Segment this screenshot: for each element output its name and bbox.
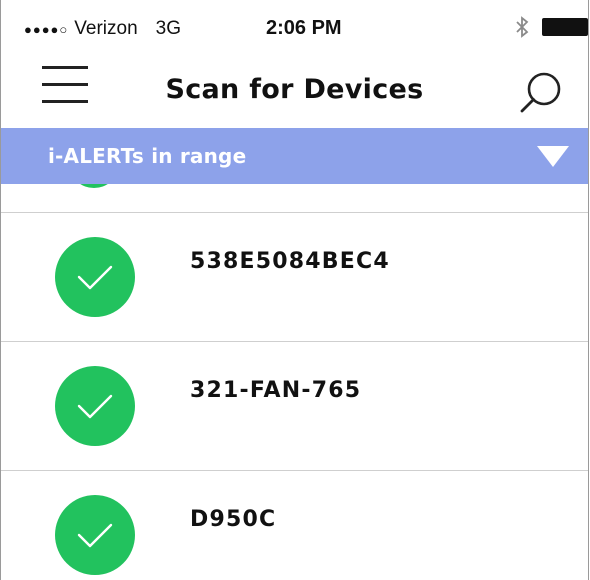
navigation-bar: Scan for Devices (1, 52, 588, 128)
signal-strength-icon: ●●●●○ (24, 21, 69, 37)
check-icon (55, 366, 135, 446)
section-header-label: i-ALERTs in range (48, 144, 247, 168)
bluetooth-icon (516, 16, 529, 38)
device-row[interactable]: 321-FAN-765 (1, 341, 588, 470)
status-bar: ●●●●○ Verizon 3G 2:06 PM (1, 0, 588, 52)
page-title: Scan for Devices (165, 74, 424, 105)
app-screen: ●●●●○ Verizon 3G 2:06 PM Scan for Device… (0, 0, 589, 580)
battery-icon (542, 18, 588, 36)
section-header-i-alerts-in-range[interactable]: i-ALERTs in range (1, 128, 588, 184)
status-bar-left: ●●●●○ Verizon 3G (24, 18, 181, 40)
network-type-label: 3G (155, 18, 181, 39)
device-name: D950C (190, 507, 277, 532)
search-icon[interactable] (517, 70, 565, 118)
triangle-down-icon (537, 146, 569, 167)
device-row[interactable]: D950C (1, 470, 588, 580)
device-name: 538E5084BEC4 (190, 249, 390, 274)
check-icon (71, 184, 117, 188)
check-icon (55, 237, 135, 317)
check-icon (55, 495, 135, 575)
clock: 2:06 PM (266, 17, 342, 39)
device-name: 321-FAN-765 (190, 378, 362, 403)
device-row[interactable]: 538E5084BEC4 (1, 212, 588, 341)
status-bar-right (514, 15, 588, 39)
device-list[interactable]: 538E5084BEC4 321-FAN-765 D950C (1, 184, 588, 580)
carrier-label: Verizon (74, 18, 138, 39)
